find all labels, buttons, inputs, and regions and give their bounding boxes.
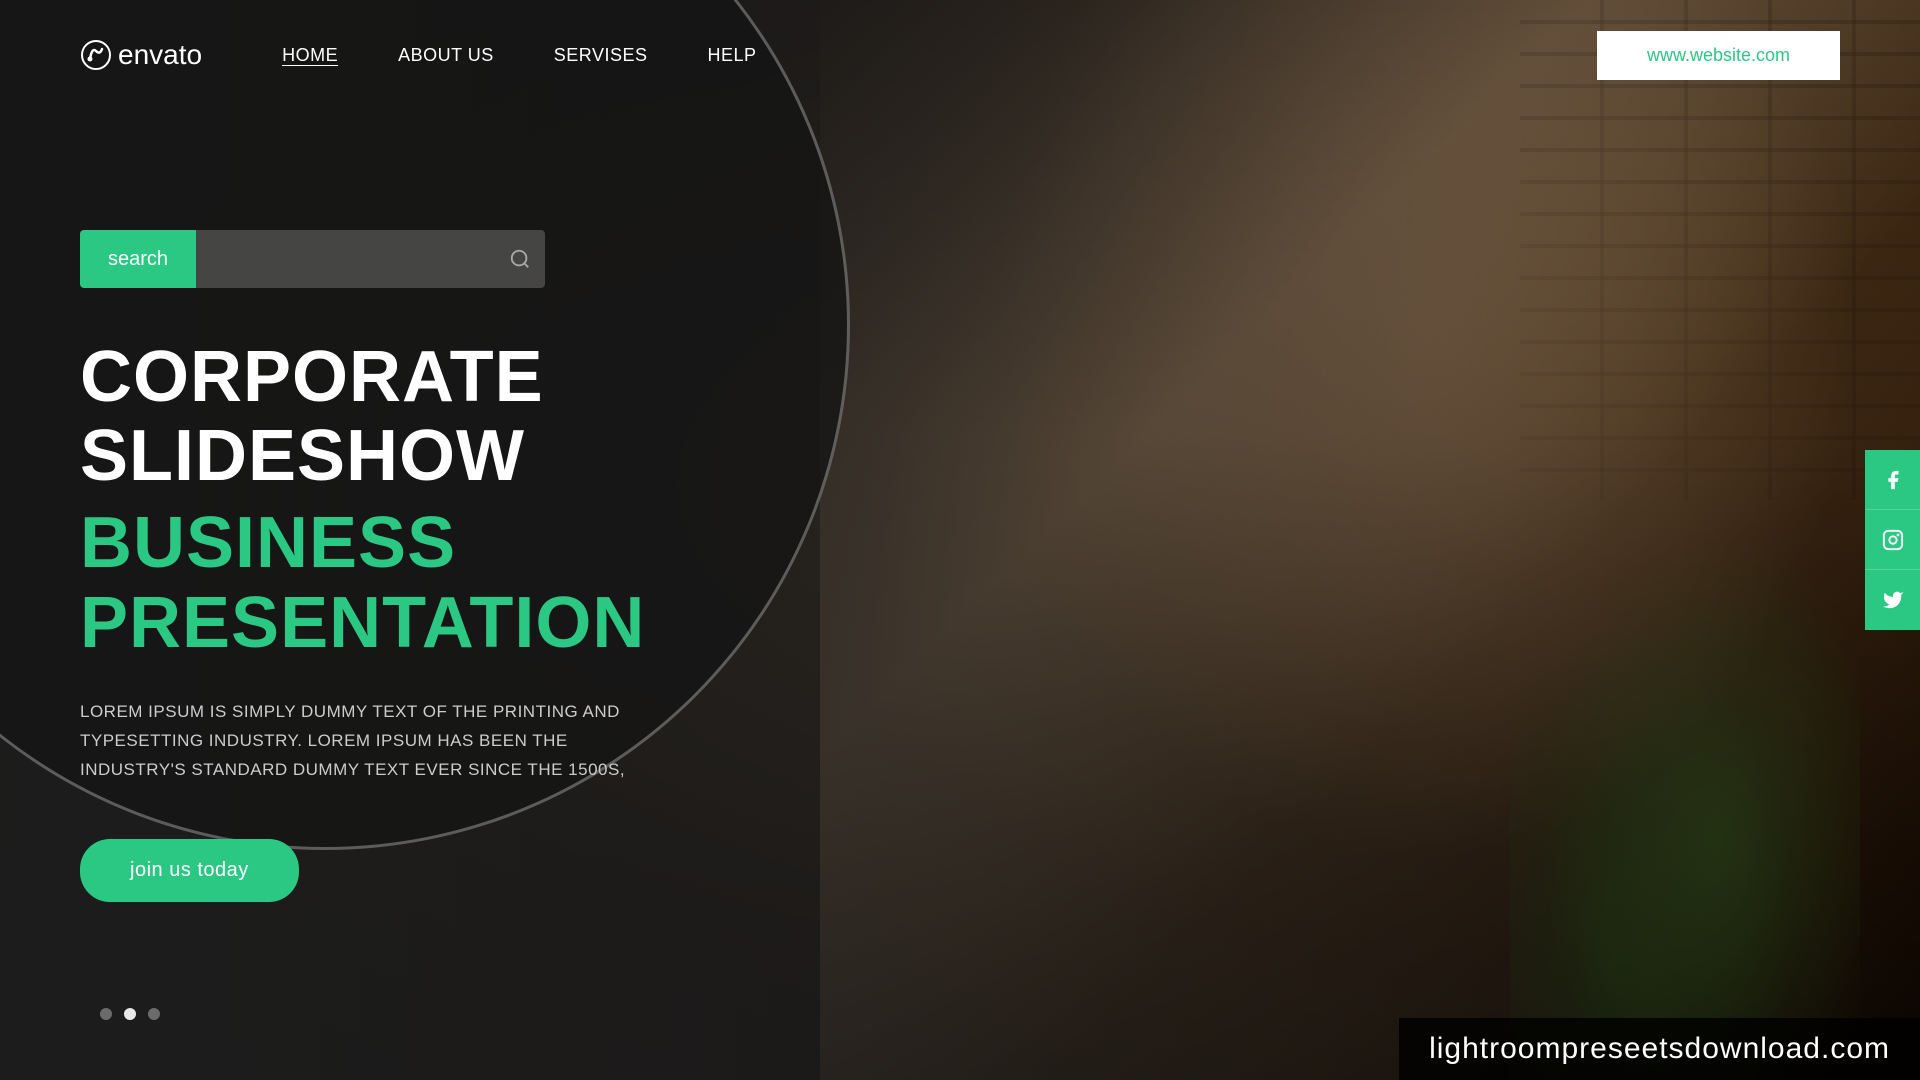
search-input[interactable] <box>196 230 495 288</box>
nav-item-help[interactable]: HELP <box>707 45 756 66</box>
watermark: lightroompreseetsdownload.com <box>1399 1018 1920 1080</box>
social-sidebar <box>1865 450 1920 630</box>
instagram-button[interactable] <box>1865 510 1920 570</box>
facebook-button[interactable] <box>1865 450 1920 510</box>
instagram-icon <box>1882 529 1904 551</box>
nav-item-home[interactable]: HOME <box>282 45 338 66</box>
hero-description: LOREM IPSUM IS SIMPLY DUMMY TEXT OF THE … <box>80 698 640 785</box>
join-button[interactable]: join us today <box>80 839 299 902</box>
hero-content: search CORPORATE SLIDESHOW BUSINESS PRES… <box>80 230 830 902</box>
nav-item-about[interactable]: ABOUT US <box>398 45 494 66</box>
slideshow-dots <box>100 1008 160 1020</box>
nav-link-help[interactable]: HELP <box>707 45 756 65</box>
nav-menu: HOME ABOUT US SERVISES HELP <box>282 45 756 66</box>
website-url-display: www.website.com <box>1597 31 1840 80</box>
search-icon <box>509 248 531 270</box>
headline-main: CORPORATE SLIDESHOW <box>80 338 830 496</box>
slide-dot-2[interactable] <box>124 1008 136 1020</box>
watermark-text: lightroompreseetsdownload.com <box>1429 1032 1890 1065</box>
search-bar: search <box>80 230 545 288</box>
logo[interactable]: envato <box>80 39 202 71</box>
facebook-icon <box>1882 469 1904 491</box>
slide-dot-1[interactable] <box>100 1008 112 1020</box>
headline-sub: BUSINESS PRESENTATION <box>80 504 830 662</box>
navigation: envato HOME ABOUT US SERVISES HELP www.w… <box>0 0 1920 110</box>
nav-link-about[interactable]: ABOUT US <box>398 45 494 65</box>
nav-link-home[interactable]: HOME <box>282 45 338 65</box>
search-button[interactable] <box>495 230 545 288</box>
search-label: search <box>80 230 196 288</box>
nav-item-services[interactable]: SERVISES <box>554 45 648 66</box>
twitter-button[interactable] <box>1865 570 1920 630</box>
nav-link-services[interactable]: SERVISES <box>554 45 648 65</box>
slide-dot-3[interactable] <box>148 1008 160 1020</box>
logo-text: envato <box>118 39 202 71</box>
envato-logo-icon <box>80 39 112 71</box>
twitter-icon <box>1882 589 1904 611</box>
